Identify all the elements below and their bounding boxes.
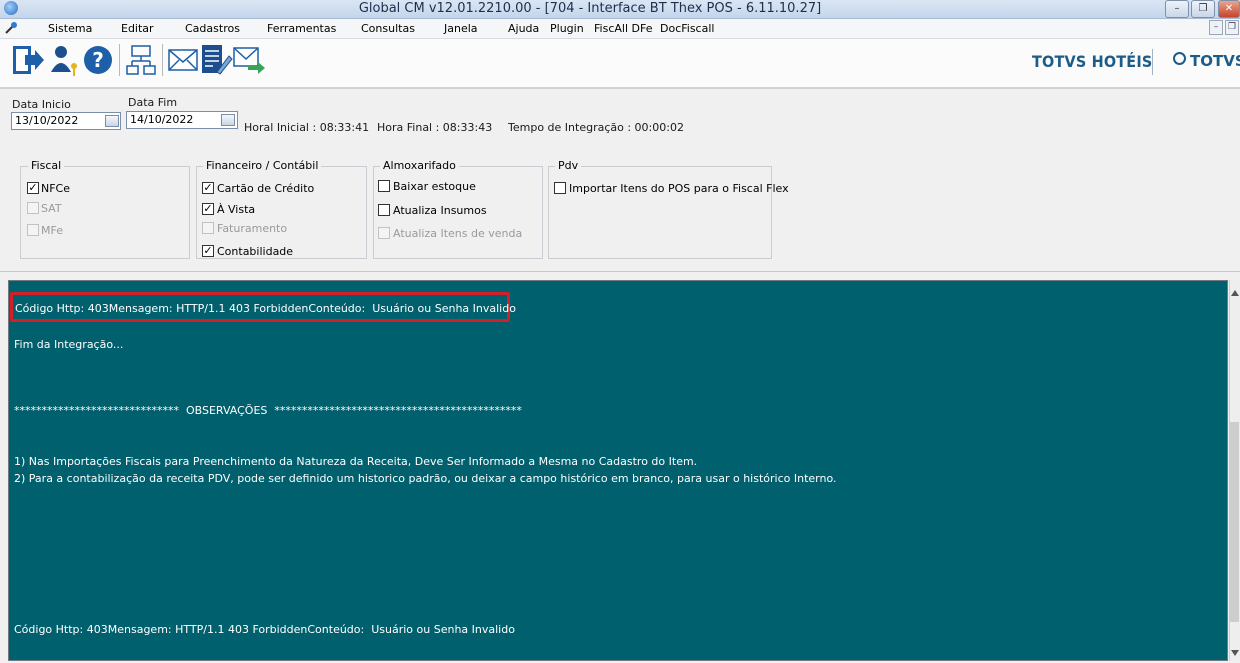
contabilidade-label: Contabilidade	[217, 245, 294, 258]
user-key-icon[interactable]	[48, 42, 82, 78]
menu-ferramentas[interactable]: Ferramentas	[267, 21, 336, 36]
toolbar-separator	[162, 44, 163, 76]
a-vista-label: À Vista	[217, 203, 256, 216]
faturamento-checkbox[interactable]	[202, 222, 214, 234]
totvs-logo-icon	[1173, 52, 1186, 65]
tempo-integracao-text: Tempo de Integração : 00:00:02	[508, 121, 684, 134]
importar-itens-pos-checkbox[interactable]	[554, 182, 566, 194]
section-divider	[0, 271, 1240, 272]
almoxarifado-group-title: Almoxarifado	[380, 159, 459, 172]
mfe-checkbox[interactable]	[27, 224, 39, 236]
menu-janela[interactable]: Janela	[444, 21, 478, 36]
importar-itens-pos-label: Importar Itens do POS para o Fiscal Flex	[569, 182, 789, 195]
nfce-label: NFCe	[41, 182, 71, 195]
log-observacoes-header: ****************************** OBSERVAÇÕ…	[14, 404, 522, 417]
sat-label: SAT	[41, 202, 62, 215]
data-inicio-label: Data Inicio	[12, 98, 71, 111]
toolbar-separator	[119, 44, 120, 76]
scroll-up-icon[interactable]	[1231, 290, 1239, 296]
minimize-button[interactable]: –	[1165, 0, 1189, 18]
svg-text:?: ?	[92, 48, 104, 72]
menu-consultas[interactable]: Consultas	[361, 21, 415, 36]
pdv-group	[548, 166, 772, 259]
atualiza-itens-venda-label: Atualiza Itens de venda	[393, 227, 523, 240]
atualiza-insumos-checkbox[interactable]	[378, 204, 390, 216]
menu-sistema[interactable]: Sistema	[48, 21, 92, 36]
data-fim-value: 14/10/2022	[130, 113, 194, 126]
calendar-icon[interactable]	[221, 114, 235, 126]
menu-editar[interactable]: Editar	[121, 21, 154, 36]
fiscal-group-title: Fiscal	[28, 159, 65, 172]
financeiro-group-title: Financeiro / Contábil	[203, 159, 322, 172]
log-observacao-2: 2) Para a contabilização da receita PDV,…	[14, 472, 837, 485]
menu-cadastros[interactable]: Cadastros	[185, 21, 240, 36]
document-edit-icon[interactable]	[199, 42, 233, 78]
network-icon[interactable]	[124, 42, 158, 78]
log-fim-line: Fim da Integração...	[14, 338, 124, 351]
log-error-line: Código Http: 403Mensagem: HTTP/1.1 403 F…	[15, 302, 516, 315]
hora-final-text: Hora Final : 08:33:43	[377, 121, 493, 134]
a-vista-checkbox[interactable]: ✓	[202, 203, 214, 215]
restore-button[interactable]: ❐	[1191, 0, 1215, 18]
window-title: Global CM v12.01.2210.00 - [704 - Interf…	[358, 1, 822, 16]
data-fim-label: Data Fim	[128, 96, 178, 109]
cartao-credito-checkbox[interactable]: ✓	[202, 182, 214, 194]
brand-divider	[1152, 49, 1153, 75]
mail-icon[interactable]	[166, 42, 200, 78]
scroll-down-icon[interactable]	[1231, 650, 1239, 656]
exit-icon[interactable]	[11, 42, 45, 78]
scrollbar-thumb[interactable]	[1230, 422, 1239, 622]
faturamento-label: Faturamento	[217, 222, 288, 235]
mdi-restore-button[interactable]: ❐	[1225, 20, 1239, 35]
totvs-hoteis-logo: TOTVS HOTÉIS	[1032, 52, 1153, 71]
mfe-label: MFe	[41, 224, 63, 237]
baixar-estoque-checkbox[interactable]	[378, 180, 390, 192]
cartao-credito-label: Cartão de Crédito	[217, 182, 315, 195]
calendar-icon[interactable]	[105, 115, 119, 127]
totvs-logo: TOTVS	[1190, 52, 1240, 70]
menu-ajuda[interactable]: Ajuda	[508, 21, 539, 36]
menu-fiscall-dfe[interactable]: FiscAll DFe	[594, 21, 652, 36]
mdi-minimize-button[interactable]: –	[1209, 20, 1223, 35]
mail-send-icon[interactable]	[232, 42, 266, 78]
menu-plugin[interactable]: Plugin	[550, 21, 584, 36]
log-panel[interactable]	[8, 280, 1228, 661]
data-inicio-value: 13/10/2022	[15, 114, 79, 127]
log-error-line-bottom: Código Http: 403Mensagem: HTTP/1.1 403 F…	[14, 623, 515, 636]
contabilidade-checkbox[interactable]: ✓	[202, 245, 214, 257]
pdv-group-title: Pdv	[555, 159, 582, 172]
atualiza-itens-venda-checkbox[interactable]	[378, 227, 390, 239]
menu-docfiscall[interactable]: DocFiscall	[660, 21, 714, 36]
help-icon[interactable]: ?	[81, 42, 115, 78]
sat-checkbox[interactable]	[27, 202, 39, 214]
hora-inicial-text: Horal Inicial : 08:33:41	[244, 121, 370, 134]
log-observacao-1: 1) Nas Importações Fiscais para Preenchi…	[14, 455, 698, 468]
child-window-icon[interactable]	[5, 21, 18, 34]
atualiza-insumos-label: Atualiza Insumos	[393, 204, 487, 217]
baixar-estoque-label: Baixar estoque	[393, 180, 476, 193]
close-button[interactable]: ✕	[1218, 0, 1240, 18]
nfce-checkbox[interactable]: ✓	[27, 182, 39, 194]
